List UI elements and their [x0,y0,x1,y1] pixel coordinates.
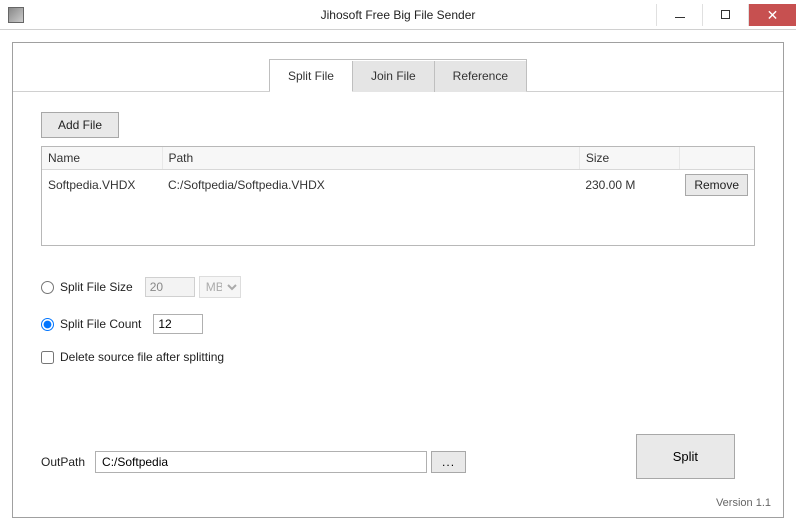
remove-button[interactable]: Remove [685,174,748,196]
radio-split-size[interactable] [41,281,54,294]
version-label: Version 1.1 [716,497,771,509]
col-header-size[interactable]: Size [579,147,679,170]
add-file-button[interactable]: Add File [41,112,119,138]
file-table: Name Path Size Softpedia.VHDX C:/Softped… [41,146,755,246]
window-controls: ✕ [656,4,796,26]
close-button[interactable]: ✕ [748,4,796,26]
cell-size: 230.00 M [579,170,679,201]
label-split-size: Split File Size [60,280,133,294]
cell-name: Softpedia.VHDX [42,170,162,201]
app-icon [8,7,24,23]
split-options: Split File Size MB Split File Count Dele… [41,276,755,364]
tab-join-file[interactable]: Join File [353,61,435,92]
label-outpath: OutPath [41,455,85,469]
input-outpath[interactable] [95,451,427,473]
split-button[interactable]: Split [636,434,735,479]
minimize-button[interactable] [656,4,702,26]
col-header-remove [679,147,754,170]
maximize-button[interactable] [702,4,748,26]
input-split-size[interactable] [145,277,195,297]
label-delete-source: Delete source file after splitting [60,350,224,364]
col-header-path[interactable]: Path [162,147,579,170]
tab-split-file[interactable]: Split File [270,61,353,92]
cell-path: C:/Softpedia/Softpedia.VHDX [162,170,579,201]
col-header-name[interactable]: Name [42,147,162,170]
checkbox-delete-source[interactable] [41,351,54,364]
table-row[interactable]: Softpedia.VHDX C:/Softpedia/Softpedia.VH… [42,170,754,201]
tab-reference[interactable]: Reference [435,61,526,92]
label-split-count: Split File Count [60,317,141,331]
radio-split-count[interactable] [41,318,54,331]
titlebar[interactable]: Jihosoft Free Big File Sender ✕ [0,0,796,30]
browse-button[interactable]: ... [431,451,466,473]
main-panel: Split File Join File Reference Add File … [12,42,784,518]
window-title: Jihosoft Free Big File Sender [321,8,476,22]
tab-bar: Split File Join File Reference [13,59,783,92]
outpath-row: OutPath ... [41,451,466,473]
input-split-count[interactable] [153,314,203,334]
select-size-unit[interactable]: MB [199,276,241,298]
